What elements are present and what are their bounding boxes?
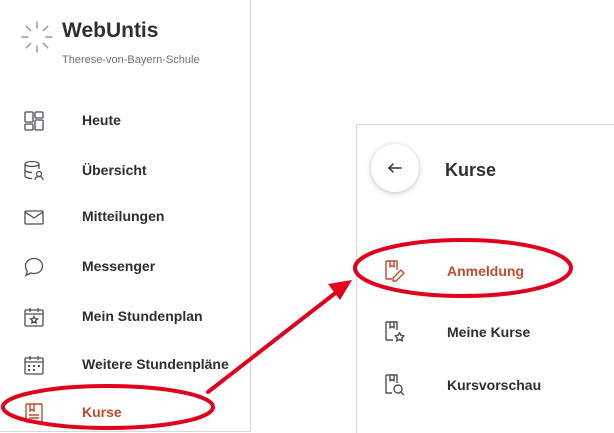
school-name: Therese-von-Bayern-Schule: [62, 54, 200, 66]
database-user-icon: [24, 160, 44, 181]
app-title: WebUntis: [62, 19, 159, 42]
book-star-icon: [385, 321, 405, 342]
sidebar-item-label: Übersicht: [82, 162, 147, 178]
chat-bubble-icon: [24, 257, 44, 277]
menu-item-anmeldung[interactable]: Anmeldung: [357, 253, 614, 289]
envelope-icon: [24, 210, 44, 225]
book-search-icon: [385, 374, 405, 396]
arrow-left-icon: [387, 163, 402, 173]
courses-icon: [25, 403, 43, 423]
sidebar-item-label: Messenger: [82, 258, 156, 274]
book-pencil-icon: [385, 260, 405, 282]
sidebar-item-label: Mitteilungen: [82, 208, 165, 224]
dashboard-icon: [24, 111, 44, 131]
sidebar-item-mitteilungen[interactable]: Mitteilungen: [0, 200, 250, 234]
menu-item-label: Kursvorschau: [447, 377, 542, 393]
sidebar-item-mein-stundenplan[interactable]: Mein Stundenplan: [0, 300, 250, 334]
calendar-grid-icon: [24, 356, 44, 375]
webuntis-logo-icon: [21, 21, 53, 53]
sidebar-item-label: Weitere Stundenpläne: [82, 356, 229, 372]
menu-item-label: Meine Kurse: [447, 324, 531, 340]
sidebar-item-kurse[interactable]: Kurse: [0, 396, 250, 430]
back-button[interactable]: [371, 144, 419, 192]
sidebar-item-label: Heute: [82, 112, 121, 128]
sidebar-item-label: Mein Stundenplan: [82, 308, 203, 324]
menu-item-kursvorschau[interactable]: Kursvorschau: [357, 367, 614, 403]
calendar-star-icon: [24, 308, 44, 327]
menu-item-meine-kurse[interactable]: Meine Kurse: [357, 314, 614, 350]
sidebar-item-heute[interactable]: Heute: [0, 104, 250, 138]
sidebar-item-weitere-stundenplaene[interactable]: Weitere Stundenpläne: [0, 348, 250, 382]
sidebar-item-label: Kurse: [82, 404, 122, 420]
sidebar: WebUntis Therese-von-Bayern-Schule Heute…: [0, 0, 251, 432]
sidebar-item-uebersicht[interactable]: Übersicht: [0, 154, 250, 188]
courses-panel: Kurse Anmeldung Meine Kurse Kursvorschau: [356, 124, 614, 433]
annotation-arrowhead: [328, 280, 352, 300]
menu-item-label: Anmeldung: [447, 263, 524, 279]
sidebar-item-messenger[interactable]: Messenger: [0, 250, 250, 284]
page-title: Kurse: [445, 160, 497, 180]
